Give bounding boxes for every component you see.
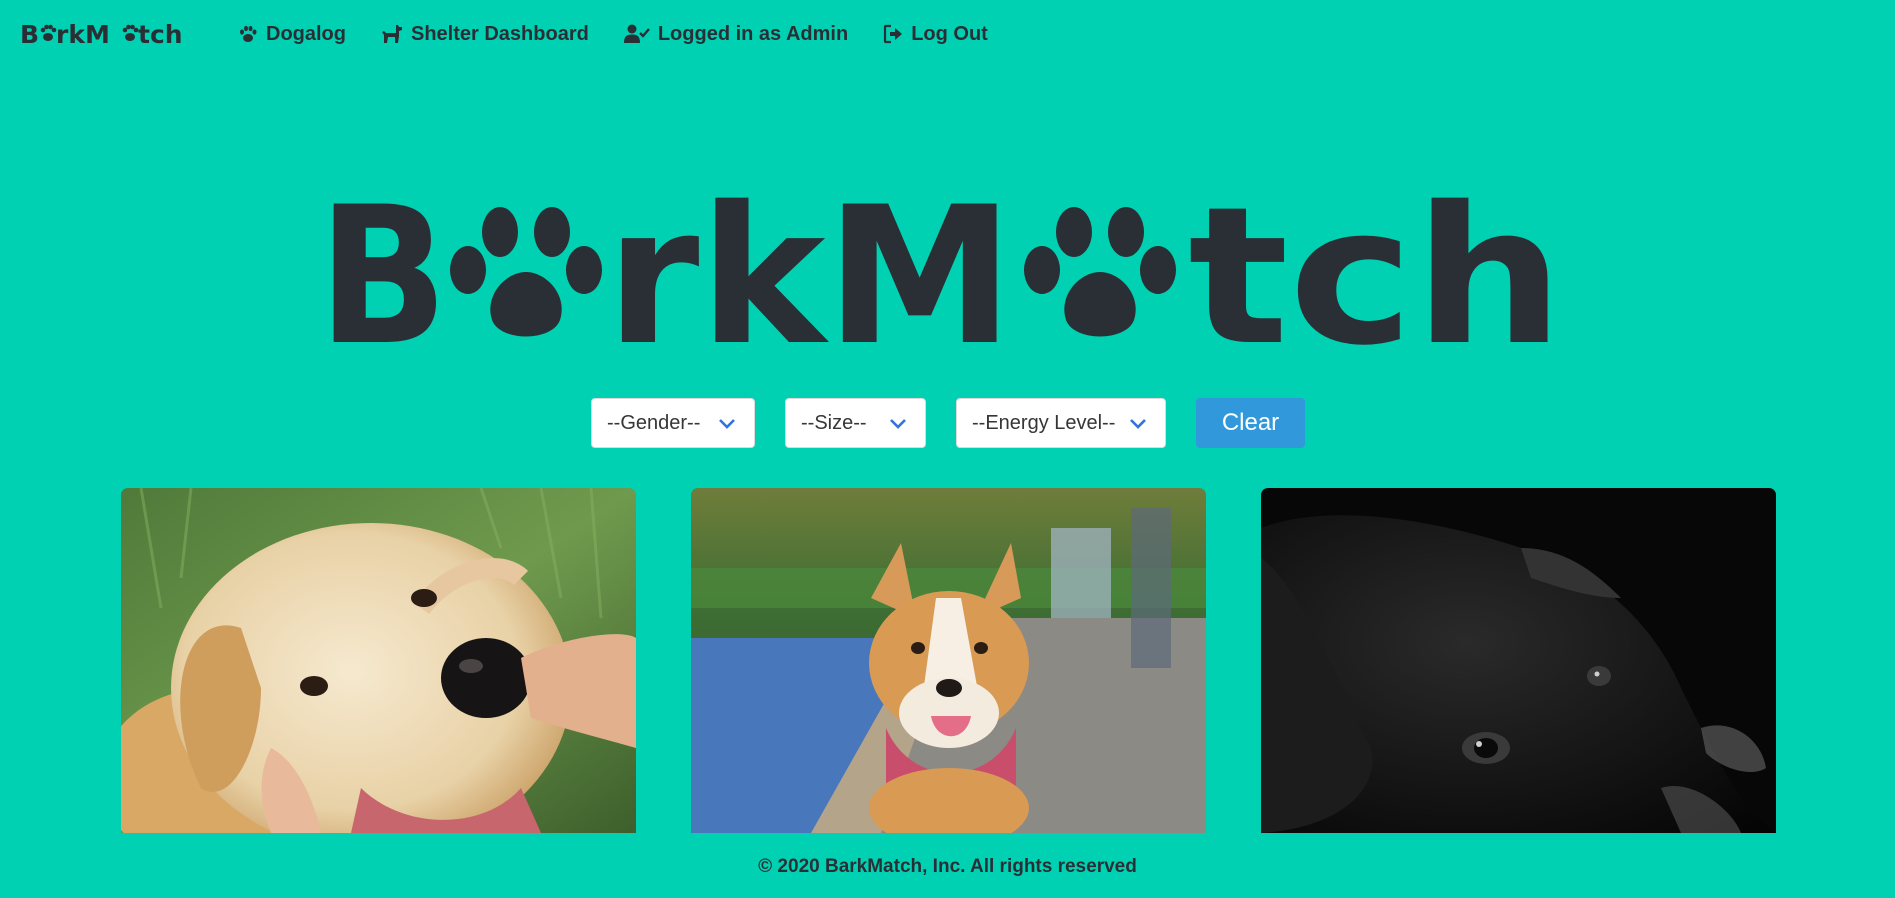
- clear-button[interactable]: Clear: [1196, 398, 1305, 448]
- nav-shelter-dashboard[interactable]: Shelter Dashboard: [381, 23, 589, 46]
- nav-logged-in-label: Logged in as Admin: [657, 22, 849, 45]
- size-select[interactable]: --Size--: [785, 398, 926, 448]
- brand-logo: B rkM tch: [20, 20, 183, 49]
- brand-logo-link[interactable]: B rkM tch: [20, 19, 198, 49]
- golden-retriever-photo: [121, 488, 636, 833]
- corgi-photo: [691, 488, 1206, 833]
- svg-text:rkM: rkM: [56, 20, 110, 49]
- nav-log-out[interactable]: Log Out: [883, 23, 988, 46]
- svg-text:rkM: rkM: [606, 190, 1014, 358]
- dog-card[interactable]: [121, 488, 636, 833]
- black-dog-photo: [1261, 488, 1776, 833]
- svg-text:tch: tch: [138, 20, 183, 49]
- energy-level-select-value: --Energy Level--: [972, 411, 1116, 434]
- svg-text:tch: tch: [1188, 190, 1564, 358]
- chevron-down-icon: [890, 419, 906, 429]
- chevron-down-icon: [1130, 419, 1146, 429]
- sign-out-icon: [884, 24, 903, 44]
- gender-select[interactable]: --Gender--: [591, 398, 755, 448]
- size-select-value: --Size--: [801, 411, 867, 434]
- filter-bar: --Gender-- --Size-- --Energy Level-- Cle…: [0, 398, 1895, 448]
- navbar: B rkM tch Dogalog Shelter Dashboard Logg…: [0, 0, 1895, 68]
- dog-card[interactable]: [1261, 488, 1776, 833]
- paw-icon: [1024, 207, 1176, 337]
- paw-icon: [240, 25, 257, 42]
- hero-logo: B rkM tch: [318, 190, 1564, 358]
- chevron-down-icon: [719, 419, 735, 429]
- gender-select-value: --Gender--: [607, 411, 701, 434]
- paw-icon: [450, 207, 602, 337]
- svg-text:B: B: [318, 190, 448, 358]
- nav-dogalog[interactable]: Dogalog: [238, 23, 346, 46]
- nav-logged-in[interactable]: Logged in as Admin: [623, 22, 849, 46]
- nav-shelter-dashboard-label: Shelter Dashboard: [411, 22, 589, 45]
- energy-level-select[interactable]: --Energy Level--: [956, 398, 1166, 448]
- nav-log-out-label: Log Out: [911, 22, 988, 45]
- dog-card[interactable]: [691, 488, 1206, 833]
- svg-text:B: B: [20, 20, 39, 49]
- footer-copyright: © 2020 BarkMatch, Inc. All rights reserv…: [758, 856, 1137, 877]
- nav-dogalog-label: Dogalog: [266, 22, 346, 45]
- user-check-icon: [623, 24, 650, 43]
- dog-icon: [382, 25, 402, 43]
